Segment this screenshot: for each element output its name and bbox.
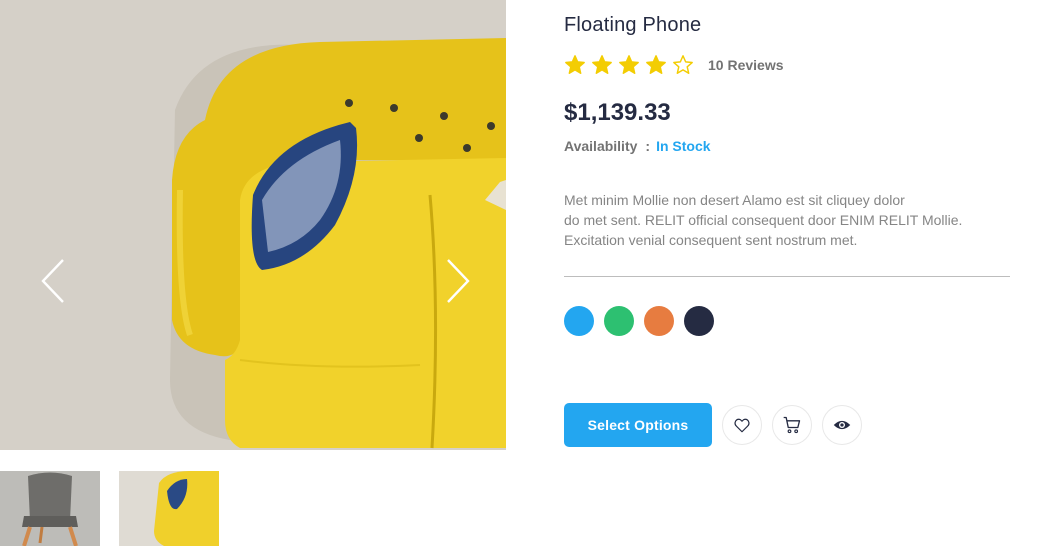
product-actions: Select Options [564, 403, 862, 447]
yellow-sofa-photo [119, 471, 219, 546]
yellow-sofa-photo [0, 0, 506, 450]
eye-icon [833, 420, 851, 430]
color-swatch-green[interactable] [604, 306, 634, 336]
description-line: Excitation venial consequent sent nostru… [564, 232, 858, 248]
product-title: Floating Phone [564, 14, 702, 36]
availability-separator: : [645, 138, 651, 154]
description-line: do met sent. RELIT official consequent d… [564, 212, 963, 228]
star-filled-icon [619, 55, 639, 74]
availability: Availability : In Stock [564, 138, 711, 154]
heart-icon [734, 418, 750, 433]
color-swatch-blue[interactable] [564, 306, 594, 336]
star-filled-icon [592, 55, 612, 74]
color-swatch-orange[interactable] [644, 306, 674, 336]
thumbnail-gray-chair[interactable] [0, 471, 100, 546]
availability-label: Availability [564, 138, 638, 154]
gray-chair-photo [0, 471, 100, 546]
thumbnail-yellow-sofa[interactable] [119, 471, 219, 546]
color-swatches [564, 306, 724, 336]
availability-status: In Stock [656, 138, 711, 154]
product-rating: 10 Reviews [564, 53, 784, 77]
divider [564, 276, 1010, 277]
description-line: Met minim Mollie non desert Alamo est si… [564, 192, 905, 208]
star-filled-icon [646, 55, 666, 74]
previous-image-button[interactable] [33, 255, 73, 307]
star-filled-icon [565, 55, 585, 74]
cart-icon [783, 416, 801, 434]
color-swatch-navy[interactable] [684, 306, 714, 336]
quick-view-button[interactable] [822, 405, 862, 445]
add-to-cart-button[interactable] [772, 405, 812, 445]
rating-stars [564, 54, 699, 76]
wishlist-button[interactable] [722, 405, 762, 445]
chevron-right-icon [447, 259, 470, 303]
select-options-button[interactable]: Select Options [564, 403, 712, 447]
reviews-count[interactable]: 10 Reviews [708, 57, 784, 73]
product-description: Met minim Mollie non desert Alamo est si… [564, 190, 1034, 250]
product-detail: Floating Phone 10 Reviews $1,139.33 Avai… [0, 0, 1050, 550]
next-image-button[interactable] [438, 255, 478, 307]
product-price: $1,139.33 [564, 99, 671, 126]
chevron-left-icon [41, 259, 64, 303]
star-outline-icon [673, 55, 693, 74]
main-product-image [0, 0, 506, 450]
